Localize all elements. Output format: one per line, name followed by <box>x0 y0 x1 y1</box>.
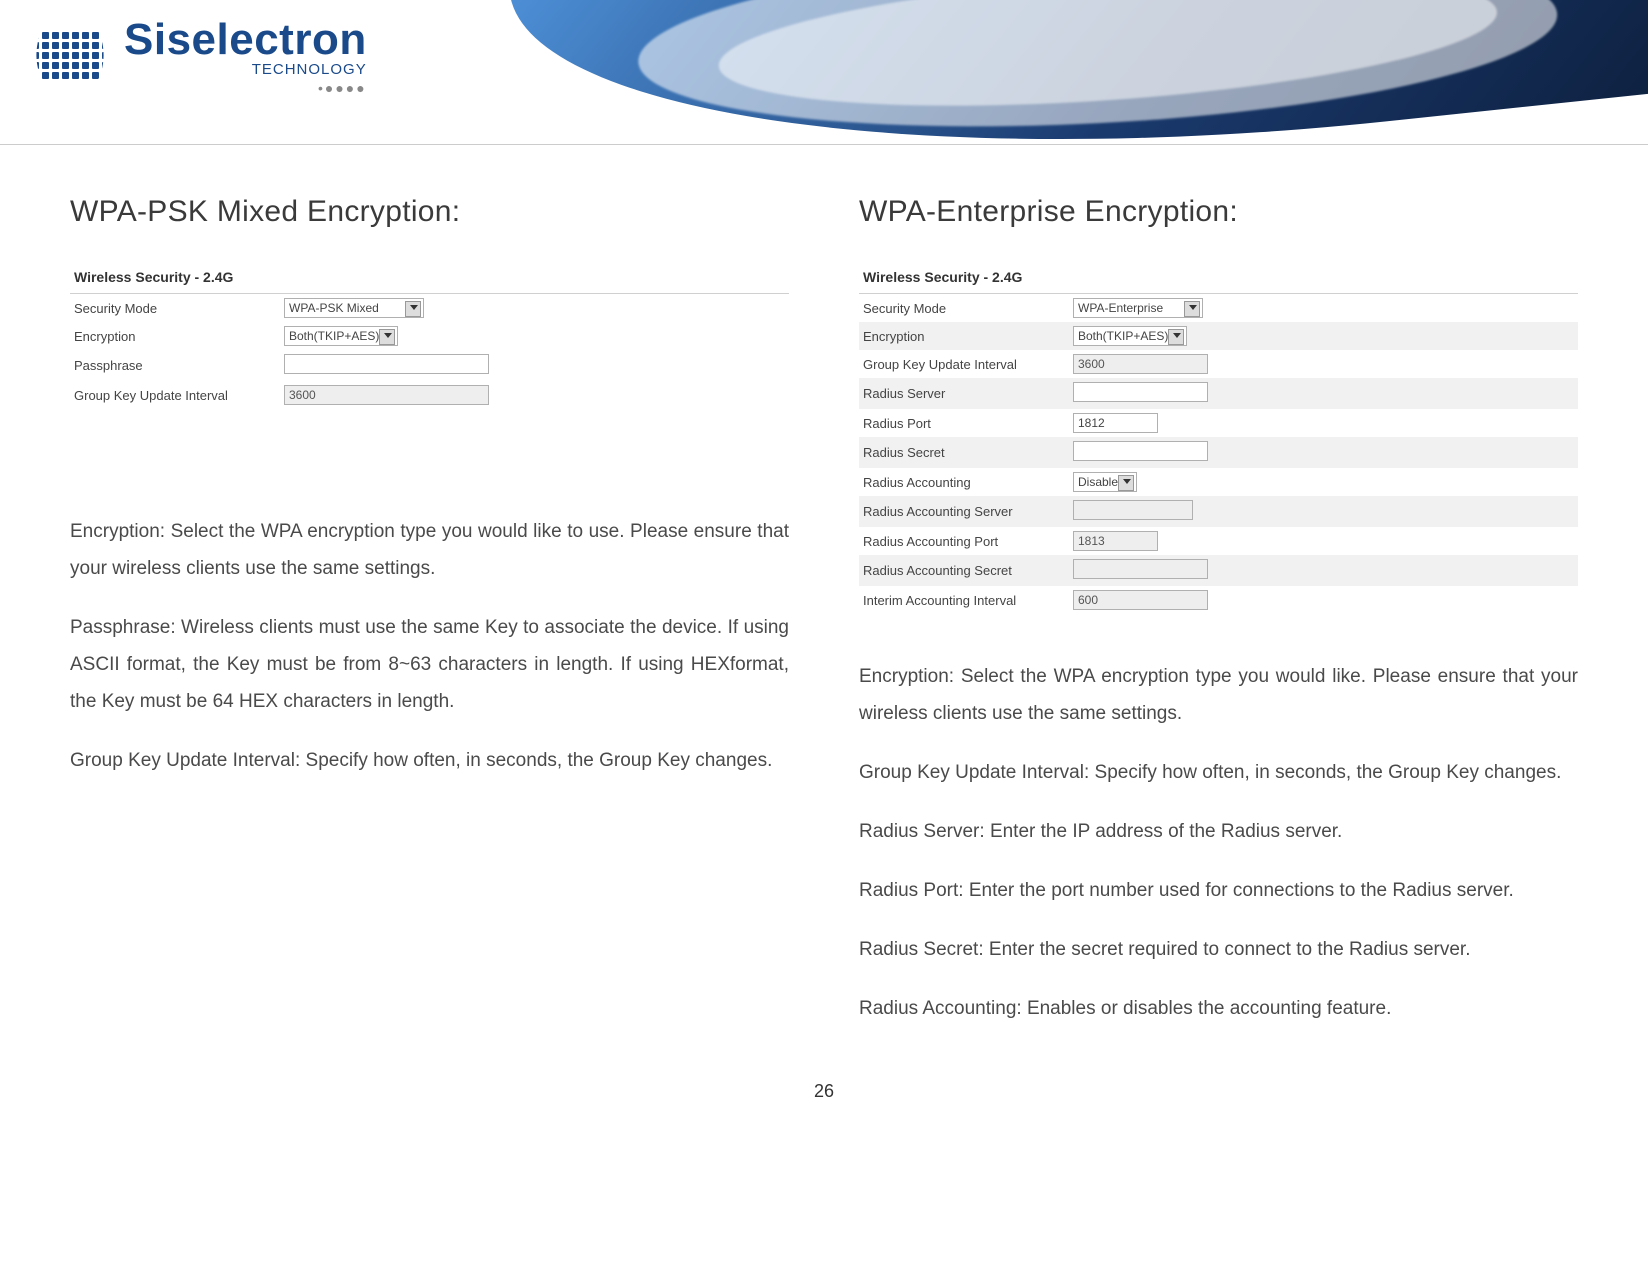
brand-name: Siselectron <box>124 15 367 65</box>
ra-port-input[interactable]: 1813 <box>1073 531 1158 551</box>
group-key-value: 3600 <box>289 388 316 402</box>
ent-group-key-value: 3600 <box>1078 357 1105 371</box>
ent-encryption-select[interactable]: Both(TKIP+AES) <box>1073 326 1187 346</box>
ent-security-mode-value: WPA-Enterprise <box>1078 301 1163 315</box>
group-key-input[interactable]: 3600 <box>284 385 489 405</box>
radius-server-input[interactable] <box>1073 382 1208 402</box>
right-para-radius-secret: Radius Secret: Enter the secret required… <box>859 931 1578 968</box>
interim-value: 600 <box>1078 593 1098 607</box>
left-column: WPA-PSK Mixed Encryption: Wireless Secur… <box>70 195 789 1049</box>
wpa-enterprise-panel: Wireless Security - 2.4G Security Mode W… <box>859 263 1578 614</box>
chevron-down-icon <box>410 305 418 310</box>
logo-globe-icon <box>30 10 110 100</box>
right-section-title: WPA-Enterprise Encryption: <box>859 195 1578 229</box>
encryption-value: Both(TKIP+AES) <box>289 329 379 343</box>
chevron-down-icon <box>1173 333 1181 338</box>
ent-security-mode-select[interactable]: WPA-Enterprise <box>1073 298 1203 318</box>
radius-accounting-select[interactable]: Disable <box>1073 472 1137 492</box>
security-mode-select[interactable]: WPA-PSK Mixed <box>284 298 424 318</box>
wpa-enterprise-panel-title: Wireless Security - 2.4G <box>859 263 1578 294</box>
right-para-groupkey: Group Key Update Interval: Specify how o… <box>859 754 1578 791</box>
right-para-radius-accounting: Radius Accounting: Enables or disables t… <box>859 990 1578 1027</box>
right-column: WPA-Enterprise Encryption: Wireless Secu… <box>859 195 1578 1049</box>
interim-label: Interim Accounting Interval <box>859 586 1069 614</box>
encryption-select[interactable]: Both(TKIP+AES) <box>284 326 398 346</box>
wpa-psk-panel-title: Wireless Security - 2.4G <box>70 263 789 294</box>
right-para-encryption: Encryption: Select the WPA encryption ty… <box>859 658 1578 732</box>
left-para-groupkey: Group Key Update Interval: Specify how o… <box>70 742 789 779</box>
radius-server-label: Radius Server <box>859 378 1069 409</box>
left-section-title: WPA-PSK Mixed Encryption: <box>70 195 789 229</box>
interim-input[interactable]: 600 <box>1073 590 1208 610</box>
brand-subtitle: TECHNOLOGY <box>124 61 367 78</box>
radius-port-value: 1812 <box>1078 416 1105 430</box>
ra-server-label: Radius Accounting Server <box>859 496 1069 527</box>
ra-port-value: 1813 <box>1078 534 1105 548</box>
ra-secret-input[interactable] <box>1073 559 1208 579</box>
ra-secret-label: Radius Accounting Secret <box>859 555 1069 586</box>
banner-swoosh-graphic <box>510 0 1648 145</box>
ent-group-key-label: Group Key Update Interval <box>859 350 1069 378</box>
radius-port-input[interactable]: 1812 <box>1073 413 1158 433</box>
security-mode-value: WPA-PSK Mixed <box>289 301 379 315</box>
group-key-label: Group Key Update Interval <box>70 381 280 409</box>
logo-block: Siselectron TECHNOLOGY •●●●● <box>30 10 367 100</box>
radius-secret-label: Radius Secret <box>859 437 1069 468</box>
page-number: 26 <box>0 1069 1648 1122</box>
ent-security-mode-label: Security Mode <box>859 294 1069 322</box>
radius-secret-input[interactable] <box>1073 441 1208 461</box>
left-para-passphrase: Passphrase: Wireless clients must use th… <box>70 609 789 720</box>
header-banner: Siselectron TECHNOLOGY •●●●● <box>0 0 1648 145</box>
ra-port-label: Radius Accounting Port <box>859 527 1069 555</box>
left-para-encryption: Encryption: Select the WPA encryption ty… <box>70 513 789 587</box>
radius-accounting-value: Disable <box>1078 475 1118 489</box>
chevron-down-icon <box>384 333 392 338</box>
wpa-psk-panel: Wireless Security - 2.4G Security Mode W… <box>70 263 789 409</box>
radius-port-label: Radius Port <box>859 409 1069 437</box>
ent-group-key-input[interactable]: 3600 <box>1073 354 1208 374</box>
ra-server-input[interactable] <box>1073 500 1193 520</box>
right-para-radius-server: Radius Server: Enter the IP address of t… <box>859 813 1578 850</box>
chevron-down-icon <box>1123 479 1131 484</box>
ent-encryption-value: Both(TKIP+AES) <box>1078 329 1168 343</box>
chevron-down-icon <box>1189 305 1197 310</box>
passphrase-input[interactable] <box>284 354 489 374</box>
encryption-label: Encryption <box>70 322 280 350</box>
right-para-radius-port: Radius Port: Enter the port number used … <box>859 872 1578 909</box>
security-mode-label: Security Mode <box>70 294 280 322</box>
passphrase-label: Passphrase <box>70 350 280 381</box>
ent-encryption-label: Encryption <box>859 322 1069 350</box>
radius-accounting-label: Radius Accounting <box>859 468 1069 496</box>
brand-dots-icon: •●●●● <box>124 80 367 96</box>
